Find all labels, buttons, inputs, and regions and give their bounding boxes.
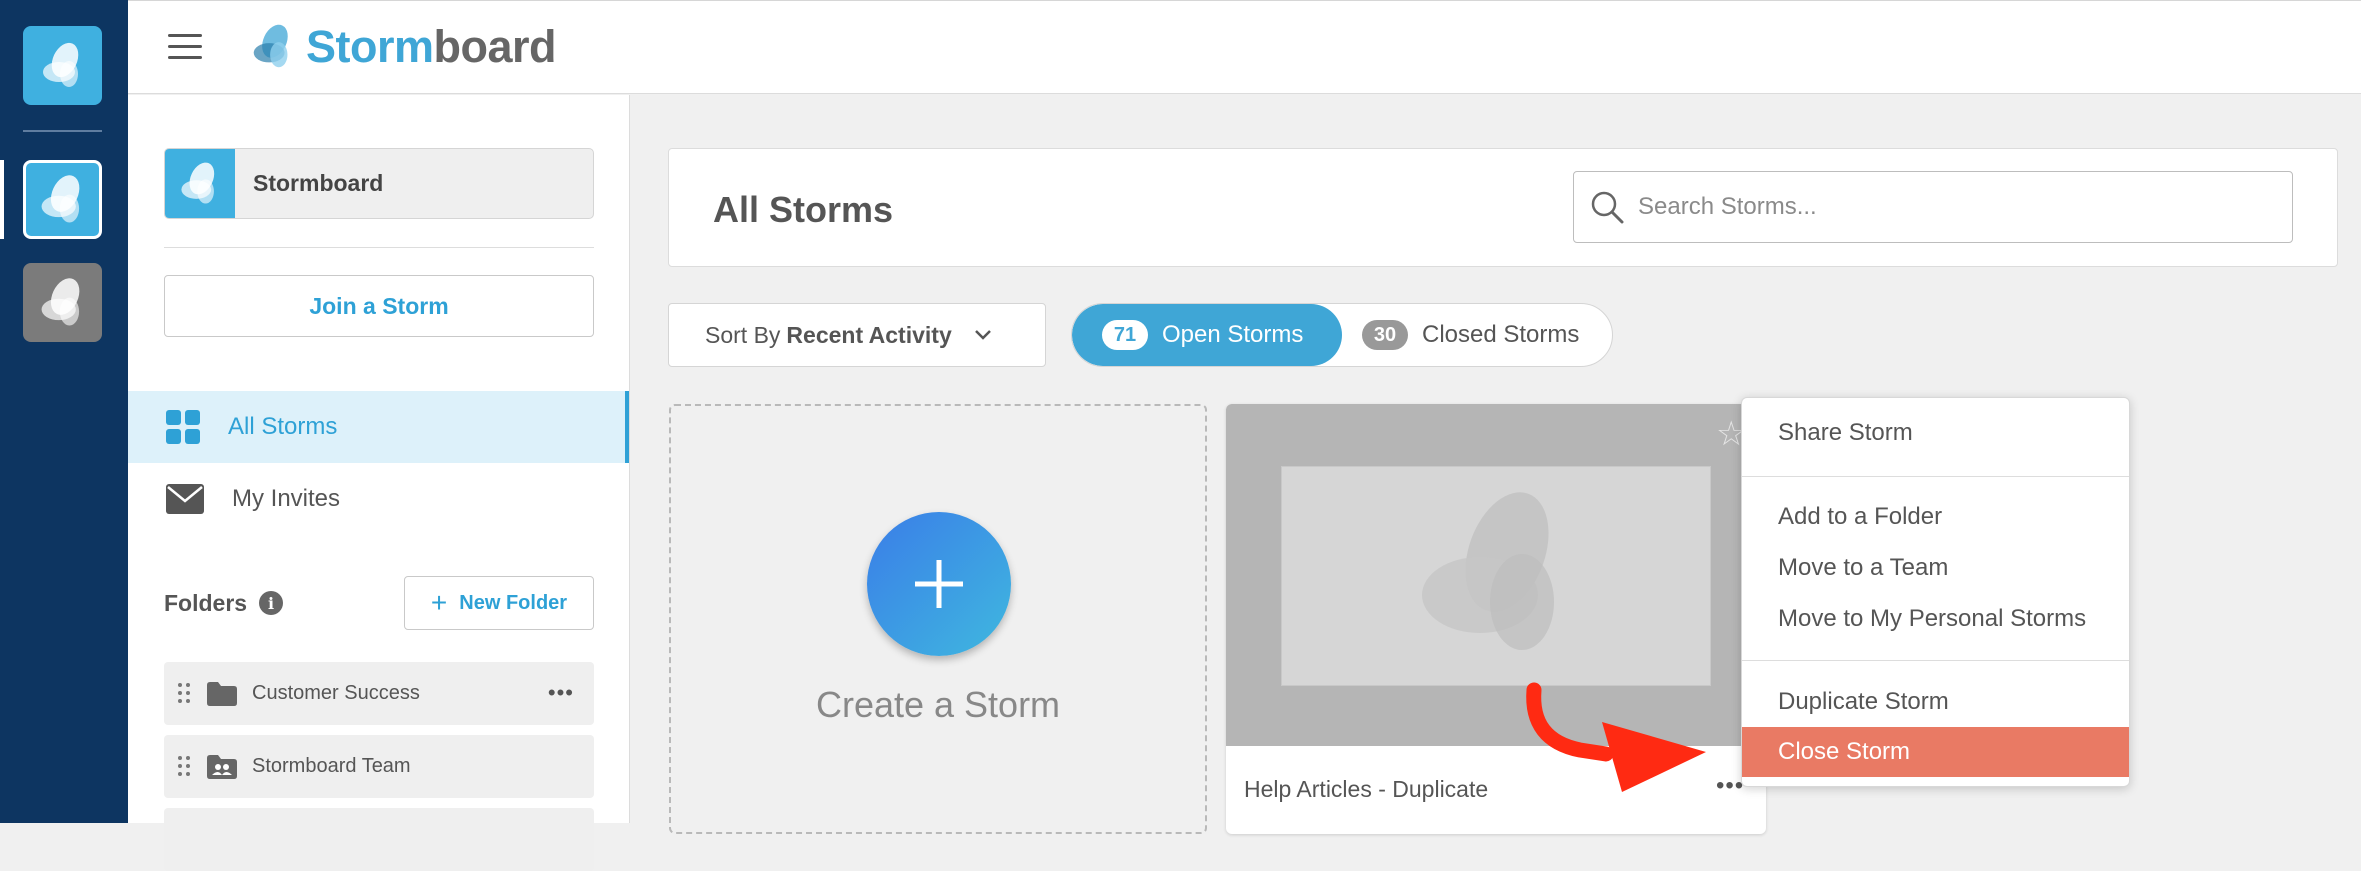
tab-label: Open Storms — [1162, 321, 1304, 348]
tab-closed-storms[interactable]: 30 Closed Storms — [1362, 304, 1579, 366]
sidebar-item-label: My Invites — [232, 485, 341, 512]
app-logo[interactable]: Stormboard — [246, 17, 557, 77]
organization-logo — [165, 149, 235, 218]
more-options-icon[interactable]: ••• — [1716, 772, 1744, 800]
folder-item-stormboard-team[interactable]: Stormboard Team — [164, 735, 594, 798]
drag-handle-icon[interactable] — [178, 755, 190, 778]
sidebar-item-all-storms[interactable]: All Storms — [128, 391, 629, 463]
stormboard-workspace-button[interactable] — [23, 160, 102, 239]
storm-preview — [1281, 466, 1711, 686]
create-storm-button[interactable] — [867, 512, 1011, 656]
plus-icon: + — [430, 587, 448, 618]
top-header: Stormboard — [128, 0, 2361, 94]
stormboard-logo-icon — [253, 24, 288, 68]
stormboard-logo-icon — [41, 277, 79, 325]
new-folder-button[interactable]: + New Folder — [404, 576, 594, 630]
sidebar-item-label: All Storms — [228, 413, 338, 440]
chevron-down-icon — [974, 330, 991, 340]
active-workspace-marker — [0, 160, 4, 239]
create-storm-card[interactable]: Create a Storm — [669, 404, 1207, 834]
open-storms-count: 71 — [1102, 320, 1148, 350]
folder-item-customer-success[interactable]: Customer Success ••• — [164, 662, 594, 725]
stormboard-logo-icon — [42, 42, 78, 87]
folder-icon — [207, 681, 237, 706]
sidebar: Stormboard Join a Storm All Storms My In… — [128, 95, 630, 871]
sidebar-item-my-invites[interactable]: My Invites — [128, 463, 629, 535]
folder-name: Customer Success — [252, 682, 420, 704]
team-folder-icon — [207, 754, 237, 779]
annotation-arrow-icon — [1526, 682, 1706, 792]
personal-workspace-button[interactable] — [23, 263, 102, 342]
new-folder-label: New Folder — [459, 591, 568, 614]
logo-text-storm: Storm — [306, 21, 434, 72]
menu-item-duplicate-storm[interactable]: Duplicate Storm — [1742, 677, 2129, 727]
rail-divider — [23, 130, 102, 132]
page-title: All Storms — [713, 189, 894, 230]
storm-status-tabs: 71 Open Storms 30 Closed Storms — [1071, 303, 1613, 367]
sort-value: Recent Activity — [786, 321, 952, 348]
tab-open-storms[interactable]: 71 Open Storms — [1072, 304, 1342, 366]
stormboard-logo-icon — [41, 174, 79, 222]
tab-label: Closed Storms — [1422, 321, 1580, 348]
menu-divider — [1742, 660, 2129, 661]
grid-icon — [166, 410, 200, 444]
organization-name: Stormboard — [253, 170, 384, 196]
menu-divider — [1742, 476, 2129, 477]
menu-item-close-storm[interactable]: Close Storm — [1742, 727, 2129, 777]
drag-handle-icon[interactable] — [178, 682, 190, 705]
menu-item-move-to-personal[interactable]: Move to My Personal Storms — [1742, 594, 2129, 644]
closed-storms-count: 30 — [1362, 320, 1408, 350]
menu-item-share-storm[interactable]: Share Storm — [1742, 408, 2129, 458]
storm-title: Help Articles - Duplicate — [1244, 776, 1489, 802]
more-options-icon[interactable]: ••• — [548, 680, 574, 706]
workspace-rail — [0, 0, 128, 823]
sort-dropdown[interactable]: Sort By Recent Activity — [668, 303, 1046, 367]
stormboard-logo-icon — [181, 162, 215, 203]
folder-name: Stormboard Team — [252, 755, 411, 777]
sort-prefix: Sort By — [705, 321, 781, 348]
mail-icon — [166, 484, 204, 514]
organization-card[interactable]: Stormboard — [164, 148, 594, 219]
menu-icon[interactable] — [168, 34, 202, 60]
sidebar-divider — [164, 247, 594, 248]
search-box[interactable] — [1573, 171, 2293, 243]
folders-header: Folders i + New Folder — [164, 575, 594, 631]
search-icon — [1591, 191, 1624, 224]
create-storm-label: Create a Storm — [815, 684, 1061, 725]
placeholder-logo-icon — [1422, 492, 1554, 650]
plus-icon — [915, 560, 963, 608]
folders-title-text: Folders — [164, 589, 248, 616]
menu-item-add-to-folder[interactable]: Add to a Folder — [1742, 492, 2129, 542]
logo-text-board: board — [433, 21, 557, 72]
home-workspace-button[interactable] — [23, 26, 102, 105]
storm-context-menu: Share Storm Add to a Folder Move to a Te… — [1741, 397, 2130, 787]
menu-item-move-to-team[interactable]: Move to a Team — [1742, 543, 2129, 593]
folder-item-partial[interactable] — [164, 808, 594, 871]
search-input[interactable] — [1636, 192, 2236, 222]
join-storm-button[interactable]: Join a Storm — [164, 275, 594, 337]
info-icon[interactable]: i — [259, 591, 284, 615]
folders-title: Folders i — [164, 589, 284, 617]
storms-header-card: All Storms — [668, 148, 2338, 267]
